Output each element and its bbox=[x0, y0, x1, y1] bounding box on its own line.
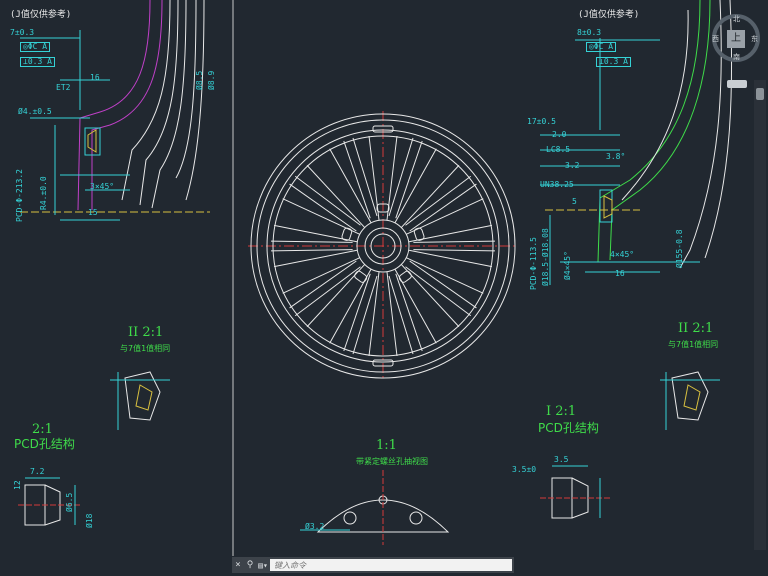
left-et: ET2 bbox=[56, 83, 71, 92]
left-view-note: (J值仅供参考) bbox=[10, 10, 72, 20]
wcs-menu-button[interactable] bbox=[727, 80, 747, 88]
left-fcf1: ◎ΦC A bbox=[20, 42, 51, 52]
right-d20: 2.0 bbox=[552, 130, 567, 139]
left-dim-hole: Ø4.±0.5 bbox=[18, 107, 52, 116]
detail-pcd-left-scale: 2:1 bbox=[32, 422, 53, 437]
detail-center-dim: Ø3.2 bbox=[305, 522, 325, 531]
right-fcf1: ◎ΦC A bbox=[586, 42, 617, 52]
detail-center-title: 带紧定螺丝孔抽视图 bbox=[356, 457, 428, 466]
command-input[interactable] bbox=[270, 559, 512, 571]
vertical-scrollbar[interactable] bbox=[754, 80, 766, 550]
right-pcd1: PCD-Φ-113.5 bbox=[529, 237, 538, 290]
wrench-icon[interactable]: ⚲ bbox=[244, 560, 256, 570]
detail-d65: Ø6.5 bbox=[65, 492, 74, 512]
detail-d18: Ø18 bbox=[85, 513, 94, 528]
command-line: × ⚲ ▤▾ bbox=[232, 557, 514, 573]
detail-pcd-right bbox=[540, 465, 610, 519]
viewcube-north[interactable]: 北 bbox=[733, 14, 740, 24]
right-section-view bbox=[540, 0, 733, 285]
detail-II-left-title: II 2:1 bbox=[128, 325, 164, 340]
right-d38: 3.8° bbox=[606, 152, 626, 161]
left-r4: R4.±0.0 bbox=[39, 176, 48, 210]
right-d32: 3.2 bbox=[565, 161, 580, 170]
viewcube-east[interactable]: 东 bbox=[751, 34, 758, 44]
wheel-front-view bbox=[248, 111, 518, 381]
detail-II-right-title: II 2:1 bbox=[678, 321, 714, 336]
right-lc: LC8.5 bbox=[546, 145, 571, 154]
detail-pcd-left-title: PCD孔结构 bbox=[14, 437, 75, 451]
right-d5: 5 bbox=[572, 197, 577, 206]
left-dia-h1: Ø8.5 bbox=[195, 70, 204, 90]
right-fcf2: ⊥0.3 A bbox=[596, 57, 631, 67]
right-view-note: (J值仅供参考) bbox=[578, 10, 640, 20]
close-icon[interactable]: × bbox=[232, 560, 244, 570]
detail-center-scale: 1:1 bbox=[376, 438, 397, 453]
viewcube[interactable]: 上 北 东 西 南 bbox=[712, 14, 760, 62]
left-dim-15: 15 bbox=[88, 208, 98, 217]
recent-commands-icon[interactable]: ▤▾ bbox=[256, 561, 270, 570]
left-fcf2: ⊥0.3 A bbox=[20, 57, 55, 67]
viewcube-south[interactable]: 南 bbox=[733, 52, 740, 62]
right-un: UN38.25 bbox=[540, 180, 574, 189]
detail-II-right bbox=[660, 371, 720, 430]
detail-d12: 12 bbox=[13, 480, 22, 490]
detail-II-left bbox=[110, 371, 170, 430]
left-dia-h2: Ø8.9 bbox=[207, 70, 216, 90]
detail-d72: 7.2 bbox=[30, 467, 45, 476]
right-dia-4: Ø4×45° bbox=[563, 251, 572, 280]
left-dim-top: 7±0.3 bbox=[10, 28, 35, 37]
right-d17: 17±0.5 bbox=[527, 117, 556, 126]
detail-I-right-scale: I 2:1 bbox=[546, 404, 577, 419]
right-d16: 16 bbox=[615, 269, 625, 278]
right-dim-top: 8±0.3 bbox=[577, 28, 602, 37]
right-chamfer: 4×45° bbox=[610, 250, 635, 259]
detail-screw-hole bbox=[300, 470, 450, 545]
right-dia-155: Ø155-0.8 bbox=[675, 229, 684, 268]
cad-drawing-canvas[interactable] bbox=[0, 0, 768, 576]
detail-d35: 3.5±0 bbox=[512, 465, 537, 474]
left-dim-16: 16 bbox=[90, 73, 100, 82]
detail-II-left-sub: 与7值1值相同 bbox=[120, 344, 171, 353]
left-pcd: PCD-Φ-213.2 bbox=[15, 169, 24, 222]
detail-d35b: 3.5 bbox=[554, 455, 569, 464]
viewcube-west[interactable]: 西 bbox=[712, 34, 719, 44]
scrollbar-thumb[interactable] bbox=[756, 88, 764, 100]
right-pcd2: Ø18.5-Ø18.08 bbox=[541, 228, 550, 286]
detail-II-right-sub: 与7值1值相同 bbox=[668, 340, 719, 349]
viewcube-face-top[interactable]: 上 bbox=[727, 30, 745, 48]
left-chamfer: 3×45° bbox=[90, 182, 115, 191]
detail-I-right-title: PCD孔结构 bbox=[538, 421, 599, 435]
